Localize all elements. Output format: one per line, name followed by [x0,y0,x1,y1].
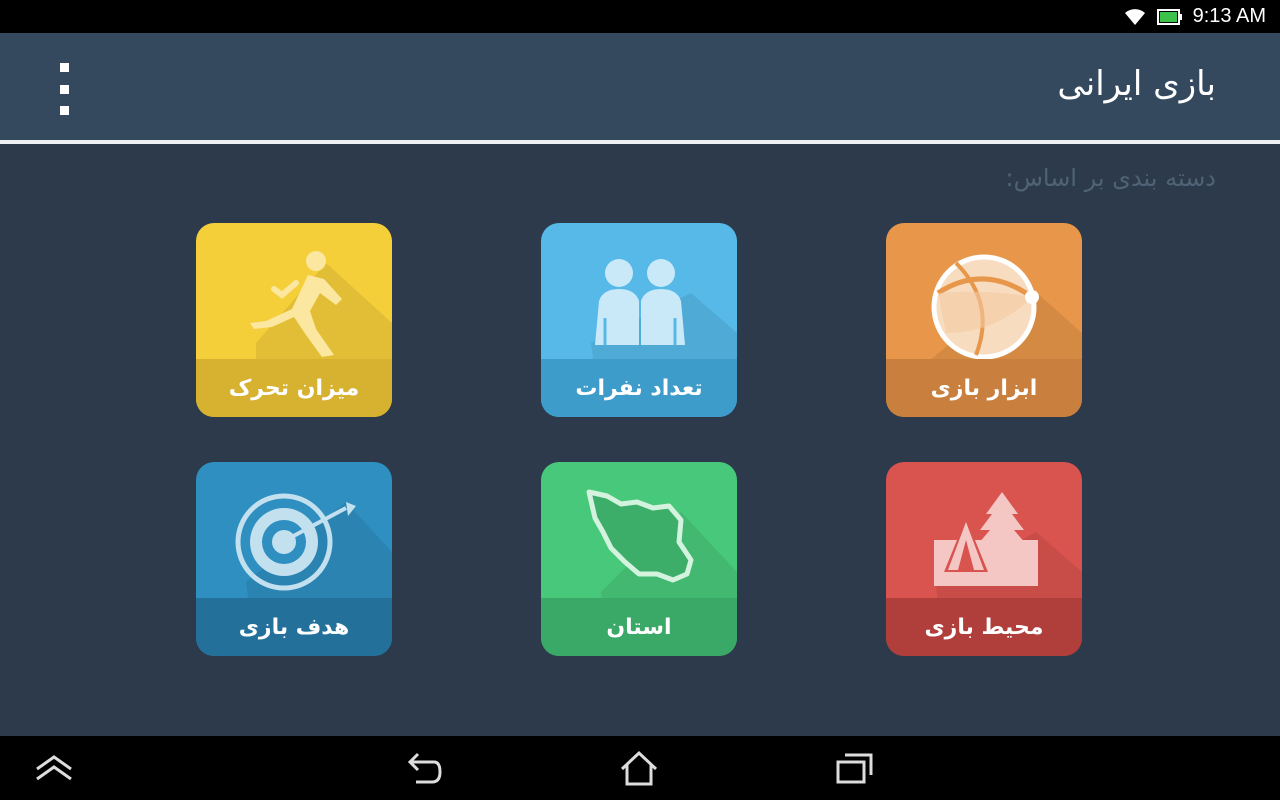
running-icon [250,251,342,357]
tile-label: محیط بازی [924,614,1044,640]
tile-label-band: استان [541,598,737,656]
home-icon [620,750,658,786]
status-bar: 9:13 AM [0,0,1280,33]
tile-province[interactable]: استان [541,462,737,656]
tile-label-band: محیط بازی [886,598,1082,656]
tile-label: ابزار بازی [930,375,1038,401]
tile-label: میزان تحرک [228,375,360,401]
ball-icon [931,254,1039,360]
up-icon [36,755,72,781]
recents-icon [836,753,873,784]
status-icons: 9:13 AM [1123,0,1266,33]
page-title: بازی ایرانی [1057,64,1216,104]
navigation-bar [0,736,1280,800]
wifi-icon [1124,8,1145,25]
recents-button[interactable] [815,736,895,800]
home-button[interactable] [599,736,679,800]
people-icon [595,259,685,345]
tile-activity-level[interactable]: میزان تحرک [196,223,392,417]
up-button[interactable] [14,736,94,800]
battery-icon [1156,8,1182,25]
tile-label: تعداد نفرات [575,375,703,401]
target-icon [235,493,356,591]
tile-label-band: ابزار بازی [886,359,1082,417]
tile-game-tools[interactable]: ابزار بازی [886,223,1082,417]
tent-tree-icon [934,492,1038,586]
app-bar-divider [0,140,1280,144]
tile-label-band: هدف بازی [196,598,392,656]
back-button[interactable] [384,736,464,800]
overflow-menu-icon[interactable] [50,63,78,115]
iran-map-icon [586,489,694,583]
category-subtitle: دسته بندی بر اساس: [1005,164,1217,192]
tile-label: استان [606,614,672,640]
tile-label: هدف بازی [238,614,350,640]
tile-game-goal[interactable]: هدف بازی [196,462,392,656]
tile-label-band: تعداد نفرات [541,359,737,417]
tile-label-band: میزان تحرک [196,359,392,417]
tile-game-environment[interactable]: محیط بازی [886,462,1082,656]
status-time: 9:13 AM [1192,5,1266,27]
back-icon [407,752,442,784]
tile-player-count[interactable]: تعداد نفرات [541,223,737,417]
